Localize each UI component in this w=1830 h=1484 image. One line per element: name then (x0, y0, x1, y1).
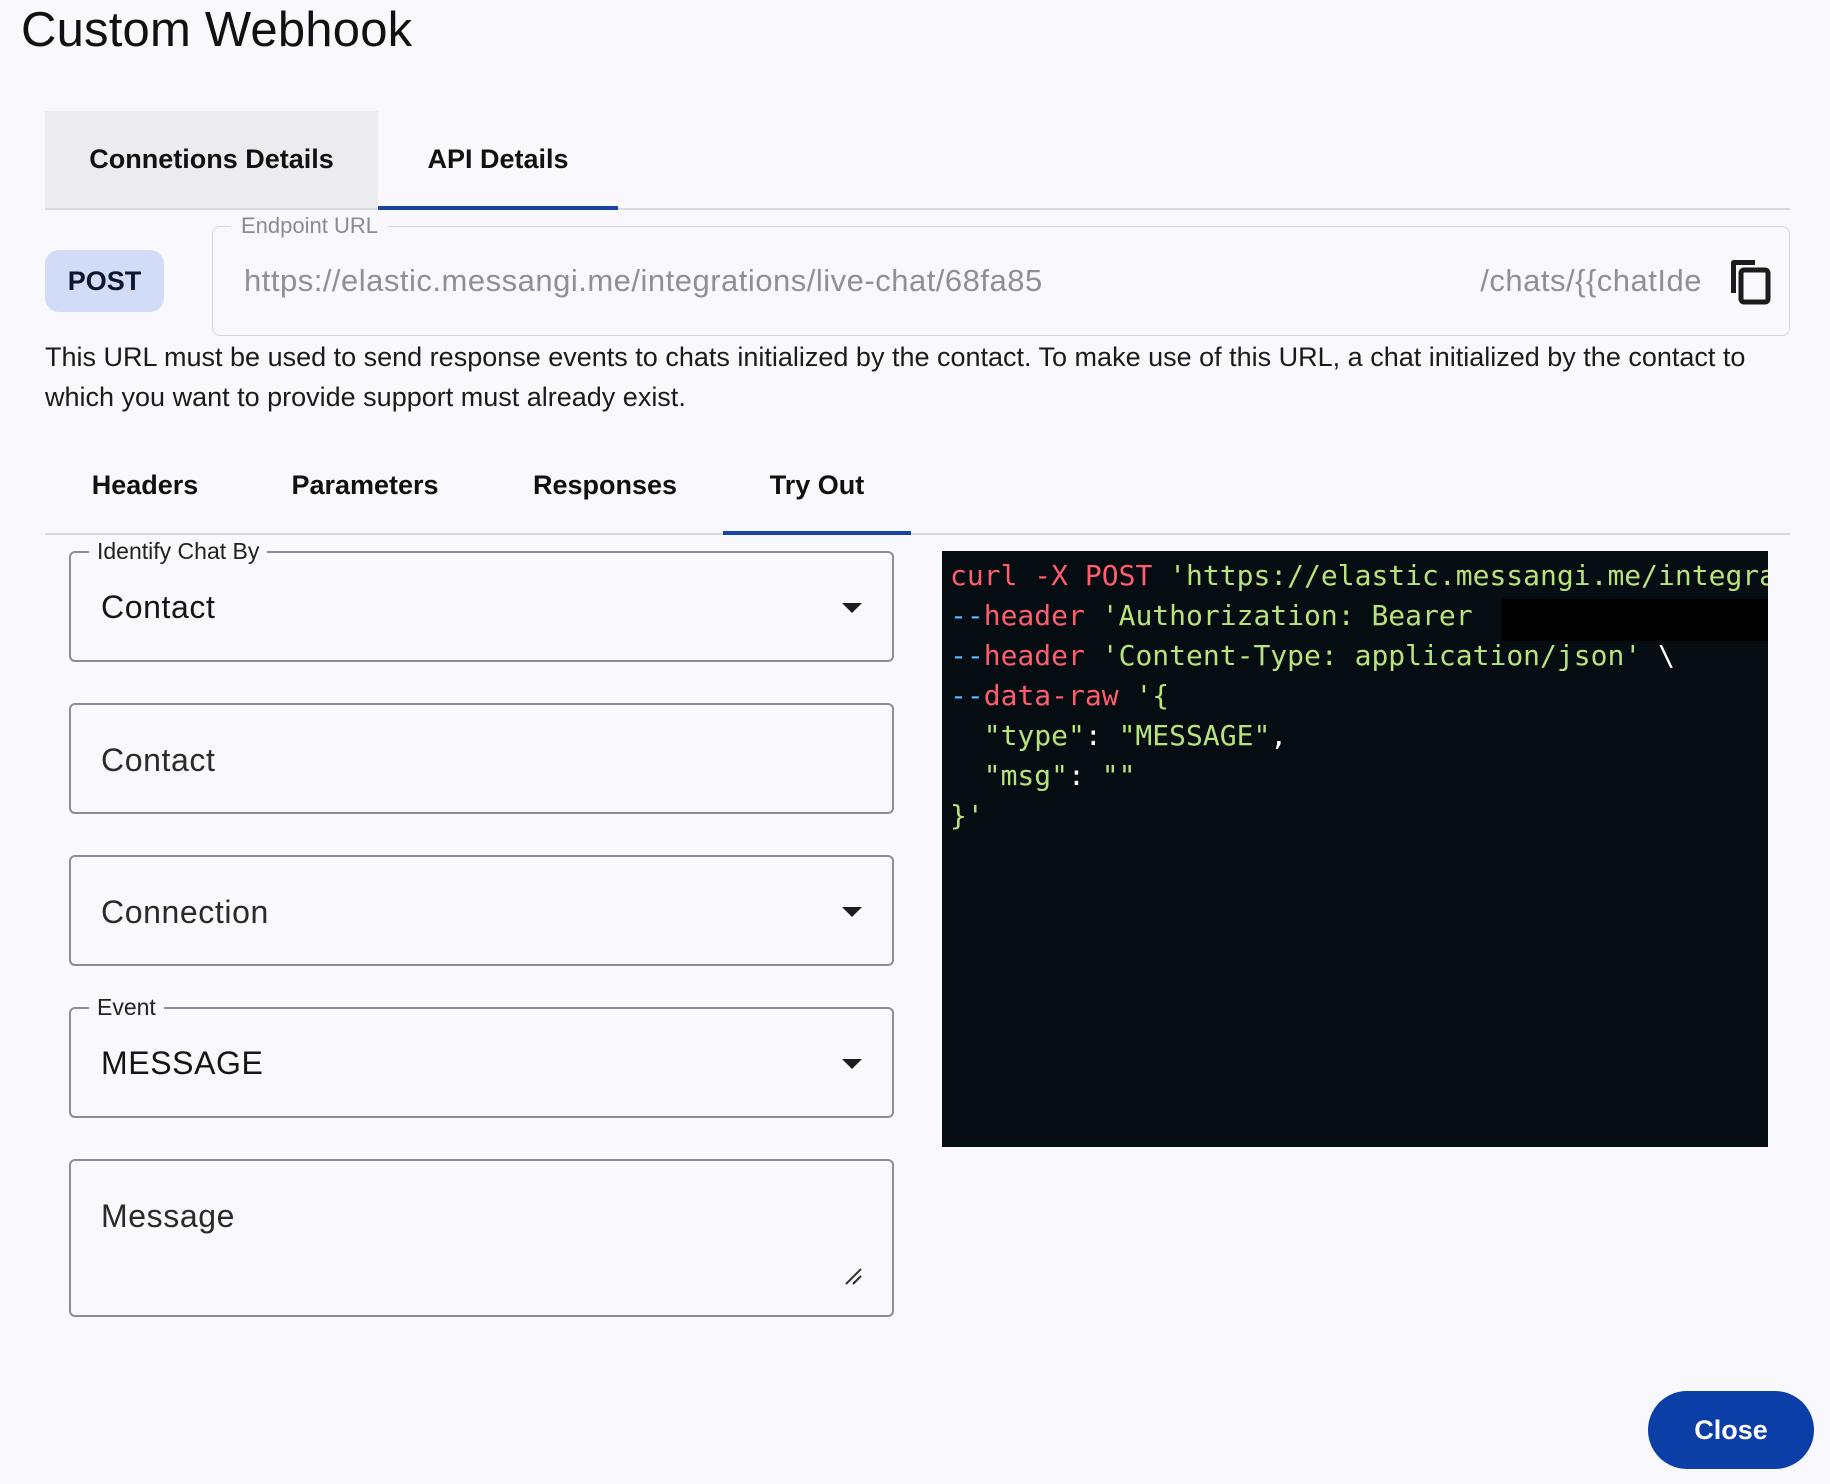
endpoint-url-label: Endpoint URL (231, 213, 388, 239)
endpoint-url-tail: /chats/{{chatIde (1480, 263, 1702, 298)
code-line-3: --header 'Content-Type: application/json… (950, 639, 1675, 672)
close-button[interactable]: Close (1648, 1391, 1814, 1469)
tab-connections-details[interactable]: Connetions Details (45, 111, 378, 208)
connection-placeholder: Connection (101, 894, 269, 930)
code-token: , (1270, 719, 1288, 752)
event-select[interactable]: Event MESSAGE (69, 994, 894, 1118)
message-textarea[interactable]: Message (69, 1159, 894, 1317)
endpoint-url-field[interactable]: Endpoint URL https://elastic.messangi.me… (212, 213, 1790, 336)
code-token: 'Content-Type: application/json' (1101, 639, 1642, 672)
code-line-2: --header 'Authorization: Bearer (950, 599, 1490, 632)
dialog-title: Custom Webhook (21, 3, 413, 57)
tab-parameters[interactable]: Parameters (245, 438, 485, 533)
code-token: \ (1641, 639, 1675, 672)
tab-try-out[interactable]: Try Out (723, 438, 911, 535)
connection-select[interactable]: Connection (69, 855, 894, 966)
code-line-6: "msg": "" (950, 759, 1136, 792)
code-token: }' (950, 799, 984, 832)
code-token: : (1068, 759, 1102, 792)
code-token: "MESSAGE" (1118, 719, 1271, 752)
code-line-5: "type": "MESSAGE", (950, 719, 1287, 752)
identify-chat-by-value: Contact (101, 589, 216, 625)
code-token: 'Authorization: Bearer (1101, 599, 1490, 632)
code-token: -X POST (1034, 559, 1170, 592)
redacted-token (1502, 599, 1768, 641)
code-token: "msg" (950, 759, 1069, 792)
contact-input[interactable]: Contact (69, 703, 894, 814)
top-tabs: Connetions Details API Details (45, 111, 1790, 210)
tab-api-details[interactable]: API Details (378, 111, 618, 210)
code-line-7: }' (950, 799, 984, 832)
endpoint-url-value: https://elastic.messangi.me/integrations… (244, 263, 1043, 298)
code-token: "" (1101, 759, 1136, 792)
code-token: "type" (950, 719, 1085, 752)
chevron-down-icon (842, 1059, 862, 1069)
identify-chat-by-label: Identify Chat By (89, 538, 268, 565)
message-placeholder: Message (101, 1198, 236, 1234)
identify-chat-by-select[interactable]: Identify Chat By Contact (69, 538, 894, 662)
code-token: 'https://elastic.messangi.me/integration… (1169, 559, 1768, 592)
chevron-down-icon (842, 603, 862, 613)
tab-responses[interactable]: Responses (485, 438, 725, 533)
chevron-down-icon (842, 907, 862, 917)
curl-code-block: curl -X POST 'https://elastic.messangi.m… (942, 551, 1768, 1147)
resize-handle-icon[interactable] (844, 1267, 862, 1285)
event-label: Event (89, 994, 164, 1021)
custom-webhook-dialog: Custom Webhook Connetions Details API De… (0, 0, 1830, 1484)
code-line-1: curl -X POST 'https://elastic.messangi.m… (950, 559, 1768, 592)
event-value: MESSAGE (101, 1045, 264, 1081)
code-token: : (1084, 719, 1119, 752)
endpoint-description: This URL must be used to send response e… (45, 342, 1746, 412)
tab-headers[interactable]: Headers (45, 438, 245, 533)
api-sub-tabs: Headers Parameters Responses Try Out (45, 438, 1790, 535)
contact-placeholder: Contact (101, 742, 216, 778)
method-badge: POST (45, 250, 164, 312)
code-line-4: --data-raw '{ (950, 679, 1170, 712)
code-token: curl (950, 559, 1035, 592)
code-token: '{ (1135, 679, 1170, 712)
copy-icon[interactable] (1727, 257, 1771, 305)
